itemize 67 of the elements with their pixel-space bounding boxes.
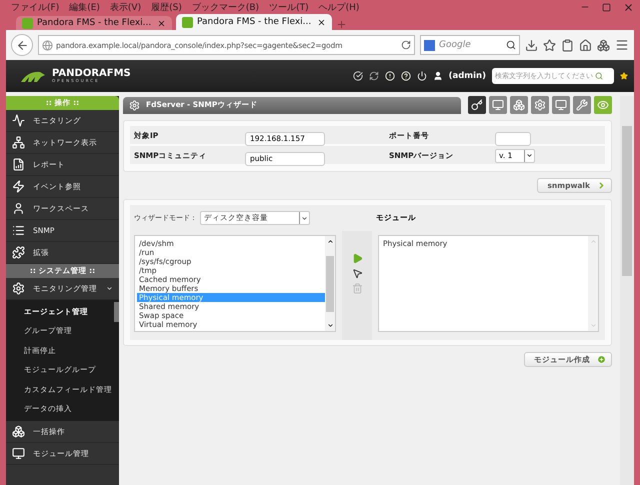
boxes-icon [12,425,25,438]
arrow-left-icon [16,38,28,52]
alert-icon[interactable] [384,71,395,81]
search-icon[interactable] [506,40,516,50]
menu-item[interactable]: 表示(V) [104,0,146,14]
browser-tab[interactable]: Pandora FMS - the Flexi... [16,16,172,30]
gear-icon [534,99,546,111]
menu-item[interactable]: ファイル(F) [6,0,64,14]
report-icon [12,158,25,171]
refresh-icon[interactable] [368,71,379,81]
web-search-field[interactable]: Google [420,35,520,55]
pulse-icon [12,114,25,127]
monitor-icon [555,99,567,111]
maximize-icon[interactable] [602,2,611,12]
addon-icon[interactable] [597,38,610,52]
star-icon[interactable] [543,38,556,52]
page-scrollbar[interactable] [620,96,634,485]
gear-icon [129,100,140,110]
browser-tab[interactable]: Pandora FMS - the Flexi... [176,14,332,30]
text-field[interactable] [495,132,531,146]
caret-icon [526,152,533,160]
monitor-icon [12,447,25,460]
network-icon [12,136,25,149]
wrench-icon [576,99,588,111]
person-icon [12,202,25,215]
favicon-icon [22,18,33,28]
scroll-down-icon[interactable] [326,322,334,329]
close-icon[interactable] [157,18,166,28]
plus-icon [597,355,606,364]
menu-item[interactable]: 履歴(S) [146,0,187,14]
help-icon[interactable] [400,71,411,81]
scrollbar[interactable] [325,236,335,331]
menu-icon[interactable] [615,38,629,52]
menu-item[interactable]: ツール(T) [264,0,314,14]
logo-text: PANDORAFMS [52,69,131,79]
key-icon [471,99,483,111]
home-icon[interactable] [579,38,592,52]
puzzle-icon [12,246,25,259]
check-icon[interactable] [352,71,363,81]
menu-item[interactable]: ヘルプ(H) [314,0,364,14]
user-name[interactable]: (admin) [448,71,486,81]
download-icon[interactable] [525,38,538,52]
scroll-up-icon[interactable] [326,238,334,245]
menu-item[interactable]: 編集(E) [64,0,105,14]
user-icon [432,71,443,81]
monitor-icon [492,99,504,111]
cursor-icon [352,268,362,279]
chevron-right-icon [597,181,606,190]
clipboard-icon[interactable] [561,38,574,52]
search-engine-icon [424,40,435,50]
favicon-icon [182,16,193,28]
power-icon[interactable] [416,71,427,81]
close-icon[interactable] [317,18,326,26]
back-button[interactable] [11,34,33,56]
lightning-icon [12,180,25,193]
gear-icon [12,282,25,295]
toolbar-tab[interactable] [468,96,486,114]
menu-item[interactable]: ブックマーク(B) [186,0,264,14]
boxes-icon [513,99,525,111]
caret-icon [301,214,308,222]
reload-icon[interactable] [401,40,411,50]
list-icon [12,224,25,237]
star-icon[interactable] [620,72,628,80]
logo-icon [20,69,46,83]
eye-icon [597,99,609,111]
globe-icon [42,40,53,50]
caret-icon [106,285,113,292]
